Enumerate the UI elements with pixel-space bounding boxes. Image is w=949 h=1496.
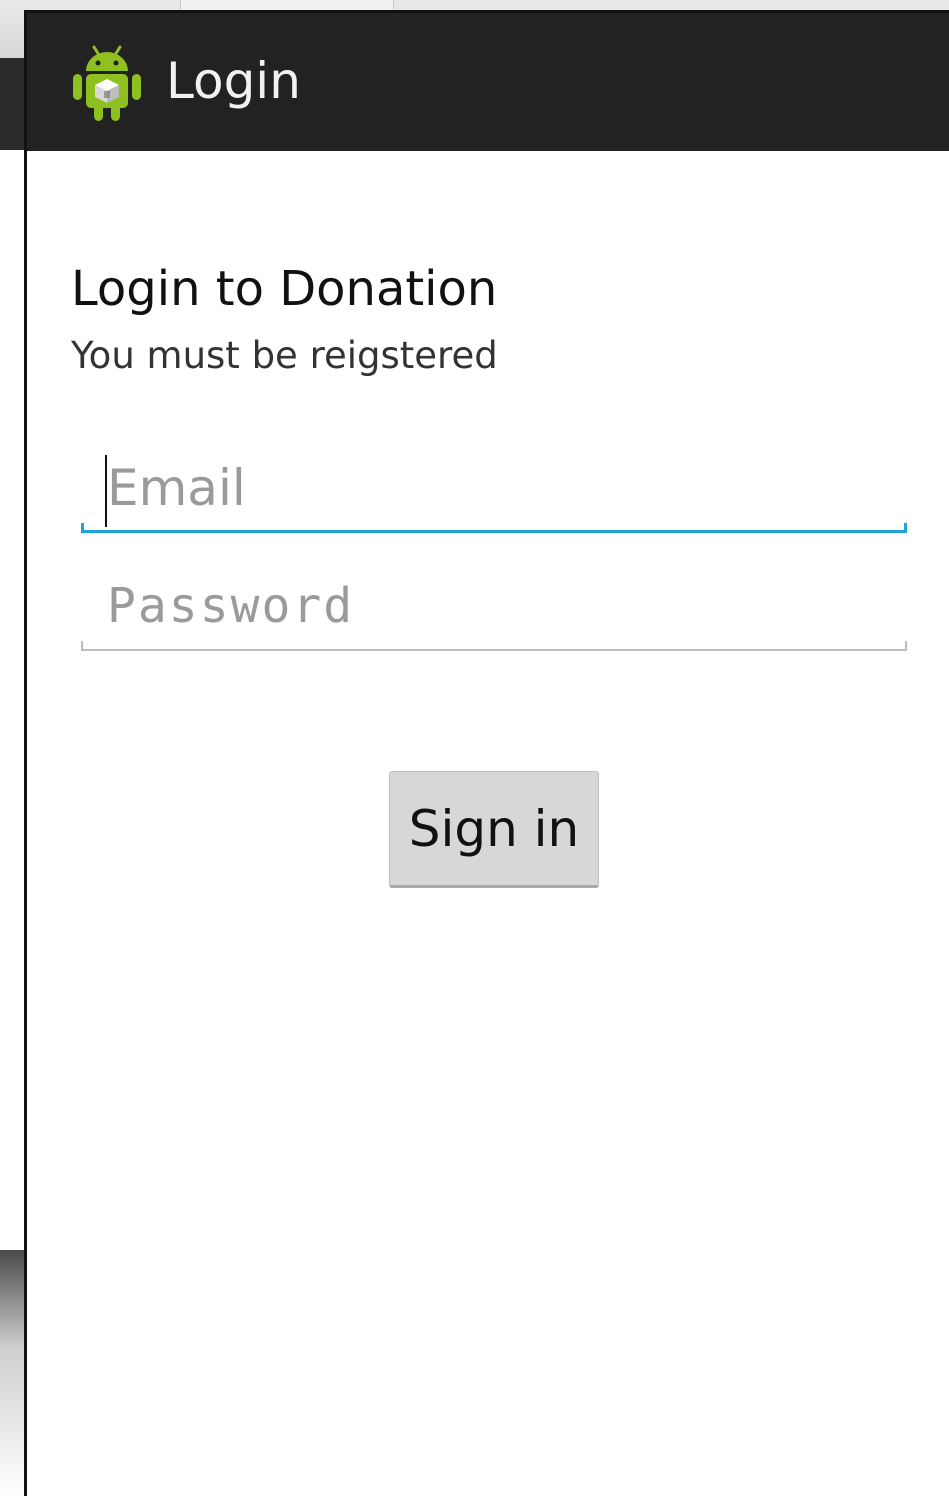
page-title: Login to Donation: [71, 261, 498, 317]
email-field[interactable]: [81, 453, 907, 533]
desktop-window-edge: [0, 150, 26, 1250]
password-field[interactable]: [81, 571, 907, 651]
action-bar: Login: [27, 13, 949, 151]
page-subtitle: You must be reigstered: [71, 334, 498, 377]
password-field-underline: [81, 641, 907, 651]
android-app-icon[interactable]: [70, 41, 144, 125]
password-input[interactable]: [107, 571, 887, 641]
actionbar-title: Login: [166, 52, 301, 110]
sign-in-button[interactable]: Sign in: [389, 771, 599, 888]
email-field-underline: [81, 523, 907, 533]
email-input[interactable]: [107, 453, 887, 523]
desktop-window-edge: [0, 1250, 26, 1496]
app-screen: Login Login to Donation You must be reig…: [24, 10, 949, 1496]
desktop-window-edge: [0, 58, 26, 150]
